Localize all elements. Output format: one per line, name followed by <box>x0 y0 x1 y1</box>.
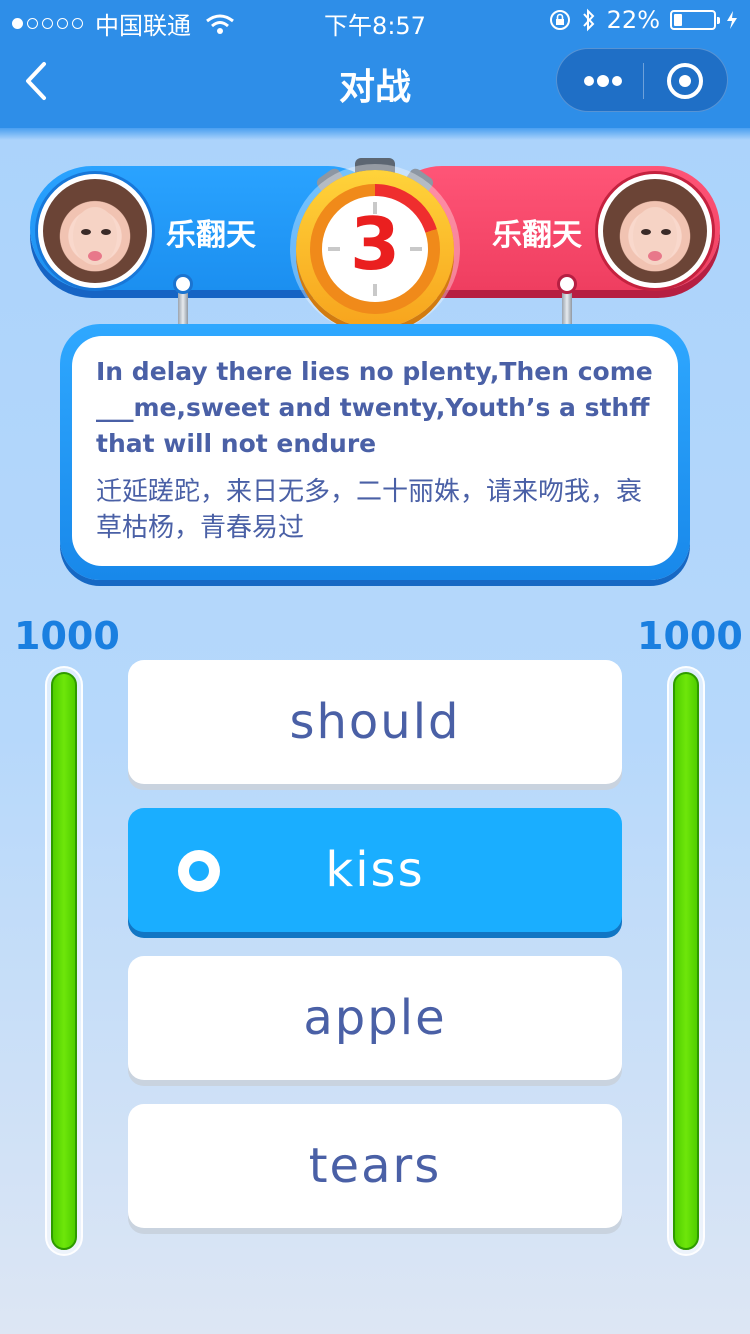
nav-shadow <box>0 128 750 140</box>
bluetooth-icon <box>582 8 595 32</box>
navigation-bar: 中国联通 下午8:57 22% 对战 <box>0 0 750 128</box>
countdown-timer: 3 <box>296 170 454 328</box>
timer-progress-ring: 3 <box>310 184 440 314</box>
charging-icon <box>727 11 737 29</box>
player-right-score: 1000 <box>637 614 743 658</box>
peg-right <box>557 274 577 294</box>
question-english: In delay there lies no plenty,Then come … <box>96 357 653 458</box>
question-card: In delay there lies no plenty,Then come … <box>60 324 690 580</box>
option-label: apple <box>303 990 447 1046</box>
answer-option-tears[interactable]: tears <box>128 1104 622 1228</box>
option-label: kiss <box>325 842 425 898</box>
capsule-divider <box>643 63 644 99</box>
answer-option-kiss[interactable]: kiss <box>128 808 622 932</box>
timer-value: 3 <box>349 202 401 286</box>
status-right: 22% <box>549 6 738 34</box>
question-chinese: 迁延蹉跎，来日无多，二十丽姝，请来吻我，衰草枯杨，青春易过 <box>96 477 643 543</box>
player-left-score-bar <box>45 666 83 1256</box>
timer-face: 3 <box>322 196 428 302</box>
more-icon[interactable] <box>581 73 625 89</box>
close-miniprogram-icon[interactable] <box>667 63 703 99</box>
player-right-score-fill <box>673 672 699 1250</box>
player-left-avatar <box>38 174 152 288</box>
option-label: tears <box>308 1138 442 1194</box>
player-left-score-fill <box>51 672 77 1250</box>
player-right-score-bar <box>667 666 705 1256</box>
option-label: should <box>289 694 461 750</box>
peg-left <box>173 274 193 294</box>
question-card-body: In delay there lies no plenty,Then come … <box>72 336 678 566</box>
player-right-name: 乐翻天 <box>492 218 582 253</box>
player-right-avatar <box>598 174 712 288</box>
player-left-name: 乐翻天 <box>166 218 256 253</box>
rotation-lock-icon <box>549 10 570 30</box>
miniprogram-capsule <box>556 48 728 112</box>
answer-option-apple[interactable]: apple <box>128 956 622 1080</box>
status-bar: 中国联通 下午8:57 22% <box>0 0 750 40</box>
player-left-score: 1000 <box>14 614 120 658</box>
selected-radio-icon <box>178 850 220 892</box>
answer-option-should[interactable]: should <box>128 660 622 784</box>
battery-percent: 22% <box>606 6 660 34</box>
battery-icon <box>670 10 720 30</box>
